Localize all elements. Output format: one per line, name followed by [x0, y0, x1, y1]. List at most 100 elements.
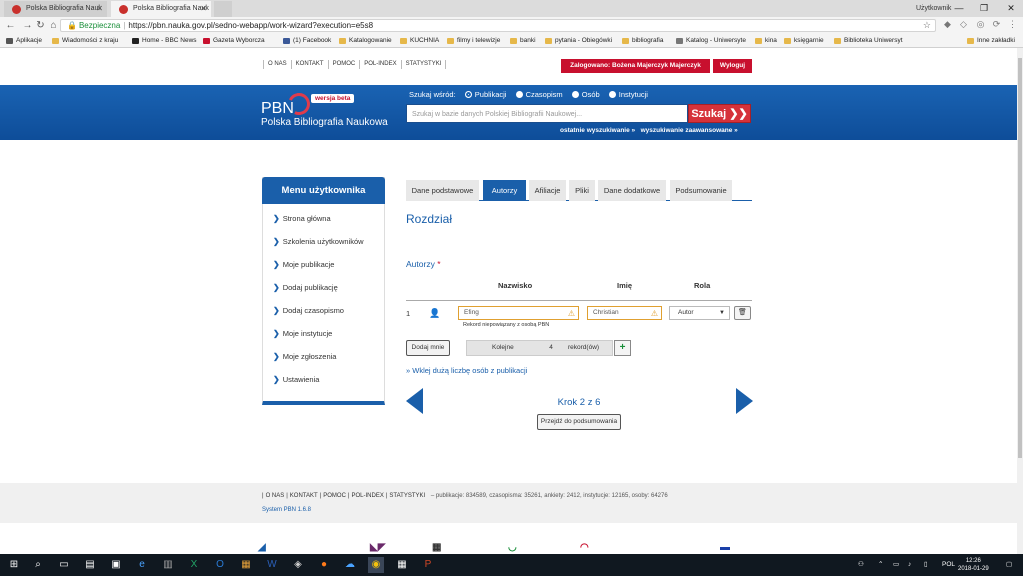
page-scrollbar[interactable] — [1017, 48, 1023, 554]
browser-tab-active[interactable]: Polska Bibliografia Nauk ✕ — [111, 1, 211, 17]
bookmark[interactable]: pytania - Obiegówki — [545, 34, 612, 48]
bookmark[interactable]: KUCHNIA — [400, 34, 439, 48]
close-tab-icon[interactable]: ✕ — [200, 1, 207, 17]
bookmark[interactable]: kina — [755, 34, 777, 48]
previous-step-arrow-icon[interactable] — [406, 388, 423, 414]
url-field[interactable]: 🔒 Bezpieczna | https://pbn.nauka.gov.pl/sed… — [60, 19, 936, 32]
browser-tab[interactable]: Polska Bibliografia Nauk ✕ — [4, 1, 107, 17]
record-count-input[interactable]: 4 — [541, 341, 561, 355]
go-to-summary-button[interactable]: Przejdź do podsumowania — [537, 414, 621, 430]
bookmark[interactable]: Katalogowanie — [339, 34, 392, 48]
bookmark[interactable]: Wiadomości z kraju — [52, 34, 118, 48]
menu-item-my-institutions[interactable]: ❯ Moje instytucje — [273, 329, 332, 338]
bookmark[interactable]: Gazeta Wyborcza — [203, 34, 265, 48]
firstname-field[interactable]: Christian ⚠ — [587, 306, 662, 320]
menu-item-my-publications[interactable]: ❯ Moje publikacje — [273, 260, 334, 269]
footer-link[interactable]: KONTAKT — [288, 493, 320, 499]
scrollbar-thumb[interactable] — [1018, 58, 1022, 458]
menu-item-settings[interactable]: ❯ Ustawienia — [273, 375, 319, 384]
person-link-icon[interactable]: 👤 — [429, 308, 440, 319]
delete-row-button[interactable]: 🗑 — [734, 306, 751, 320]
tab-authors[interactable]: Autorzy — [483, 180, 526, 201]
acrobat-icon[interactable]: P — [420, 557, 436, 573]
tab-files[interactable]: Pliki — [569, 180, 595, 201]
tab-additional-data[interactable]: Dane dodatkowe — [598, 180, 666, 201]
recent-search-link[interactable]: ostatnie wyszukiwanie » — [560, 127, 635, 134]
file-explorer-icon[interactable]: ▤ — [82, 557, 98, 573]
volume-icon[interactable]: ♪ — [908, 554, 911, 576]
outlook-icon[interactable]: O — [212, 557, 228, 573]
browser-user-label[interactable]: Użytkownik — [916, 0, 951, 17]
language-indicator[interactable]: POL — [942, 554, 955, 576]
calculator-icon[interactable]: ▦ — [394, 557, 410, 573]
surname-field[interactable]: Efing ⚠ — [458, 306, 579, 320]
menu-item-add-publication[interactable]: ❯ Dodaj publikację — [273, 283, 338, 292]
bookmark-other[interactable]: Inne zakładki — [967, 34, 1015, 48]
footer-link[interactable]: O NAS — [264, 493, 287, 499]
word-icon[interactable]: W — [264, 557, 280, 573]
menu-dots-icon[interactable]: ⋮ — [1007, 19, 1018, 30]
tab-affiliations[interactable]: Afiliacje — [529, 180, 566, 201]
bookmark-star-icon[interactable]: ☆ — [923, 20, 931, 31]
bookmark[interactable]: księgarnie — [784, 34, 824, 48]
extension-icon[interactable]: ◎ — [975, 19, 986, 30]
onedrive-icon[interactable]: ☁ — [342, 557, 358, 573]
search-input[interactable]: Szukaj w bazie danych Polskiej Bibliogra… — [406, 104, 688, 123]
next-step-arrow-icon[interactable] — [736, 388, 753, 414]
firefox-icon[interactable]: ● — [316, 557, 332, 573]
radio-institutions[interactable]: Instytucji — [608, 90, 648, 99]
app-icon[interactable]: ▦ — [238, 557, 254, 573]
top-link[interactable]: KONTAKT — [290, 60, 328, 69]
app-icon[interactable]: ◈ — [290, 557, 306, 573]
top-link[interactable]: POMOC — [327, 60, 360, 69]
advanced-search-link[interactable]: wyszukiwanie zaawansowane » — [641, 127, 738, 134]
add-me-button[interactable]: Dodaj mnie — [406, 340, 450, 356]
excel-icon[interactable]: X — [186, 557, 202, 573]
bookmark[interactable]: Biblioteka Uniwersyt — [834, 34, 903, 48]
back-arrow-icon[interactable]: ← — [4, 19, 17, 32]
logout-button[interactable]: Wyloguj — [713, 59, 752, 73]
windows-start-icon[interactable]: ⊞ — [6, 557, 22, 573]
tab-summary[interactable]: Podsumowanie — [670, 180, 732, 201]
role-select[interactable]: Autor ▼ — [669, 306, 730, 320]
bookmark[interactable]: Home - BBC News — [132, 34, 197, 48]
menu-item-add-journal[interactable]: ❯ Dodaj czasopismo — [273, 306, 344, 315]
footer-link[interactable]: POMOC — [321, 493, 348, 499]
store-icon[interactable]: ▣ — [108, 557, 124, 573]
bookmark[interactable]: banki — [510, 34, 536, 48]
extension-icon[interactable]: ◇ — [958, 19, 969, 30]
menu-item-trainings[interactable]: ❯ Szkolenia użytkowników — [273, 237, 364, 246]
new-tab-button[interactable] — [214, 1, 232, 17]
extension-icon[interactable]: ◆ — [942, 19, 953, 30]
radio-persons[interactable]: Osób — [571, 90, 600, 99]
search-button[interactable]: Szukaj ❯❯ — [688, 104, 751, 123]
tab-basic-data[interactable]: Dane podstawowe — [406, 180, 479, 201]
task-view-icon[interactable]: ▭ — [56, 557, 72, 573]
chrome-icon[interactable]: ◉ — [368, 557, 384, 573]
top-link[interactable]: STATYSTYKI — [400, 60, 447, 69]
search-icon[interactable]: ⌕ — [30, 557, 46, 573]
extension-icon[interactable]: ⟳ — [991, 19, 1002, 30]
radio-journals[interactable]: Czasopism — [515, 90, 563, 99]
bookmark-apps[interactable]: Aplikacje — [6, 34, 42, 48]
paste-authors-link[interactable]: » Wklej dużą liczbę osób z publikacji — [406, 366, 527, 375]
home-icon[interactable]: ⌂ — [47, 19, 60, 32]
bookmark[interactable]: (1) Facebook — [283, 34, 331, 48]
bookmark[interactable]: filmy i telewizje — [447, 34, 500, 48]
close-tab-icon[interactable]: ✕ — [96, 1, 103, 17]
footer-link[interactable]: STATYSTYKI — [387, 493, 427, 499]
tray-chevron-icon[interactable]: ⌃ — [878, 554, 883, 576]
menu-item-my-reports[interactable]: ❯ Moje zgłoszenia — [273, 352, 336, 361]
edge-icon[interactable]: e — [134, 557, 150, 573]
forward-arrow-icon[interactable]: → — [21, 19, 34, 32]
people-icon[interactable]: ⚇ — [858, 554, 864, 576]
top-link[interactable]: POL-INDEX — [359, 60, 400, 69]
notifications-icon[interactable]: ▢ — [1006, 554, 1012, 576]
battery-icon[interactable]: ▯ — [924, 554, 928, 576]
top-link[interactable]: O NAS — [263, 60, 291, 69]
clock[interactable]: 12:26 2018-01-29 — [958, 557, 989, 573]
minimize-icon[interactable]: — — [950, 0, 968, 17]
bookmark[interactable]: Katalog - Uniwersyte — [676, 34, 746, 48]
maximize-icon[interactable]: ❐ — [975, 0, 993, 17]
menu-item-home[interactable]: ❯ Strona główna — [273, 214, 331, 223]
